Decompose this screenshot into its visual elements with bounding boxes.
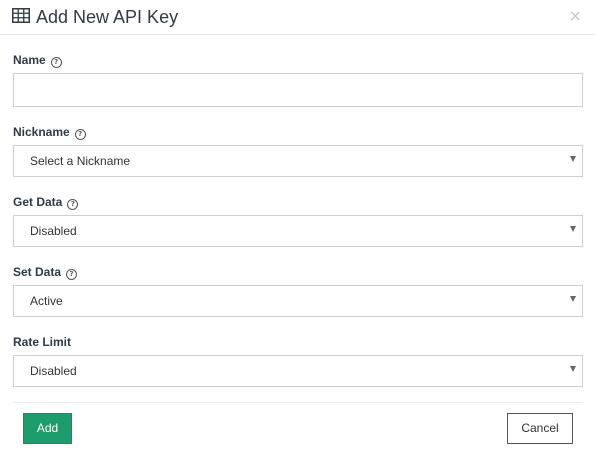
add-api-key-dialog: Add New API Key × Name? Nickname? Select…	[0, 0, 595, 467]
close-icon[interactable]: ×	[569, 7, 582, 25]
get-data-select[interactable]: Disabled	[13, 215, 583, 247]
rate-limit-select-value: Disabled	[30, 364, 77, 378]
add-button[interactable]: Add	[23, 413, 72, 444]
dropdown-arrow-icon	[570, 296, 576, 302]
rate-limit-select[interactable]: Disabled	[13, 355, 583, 387]
dropdown-arrow-icon	[570, 156, 576, 162]
help-icon[interactable]: ?	[67, 199, 79, 210]
name-input[interactable]	[13, 73, 583, 107]
footer-divider	[13, 402, 583, 403]
rate-limit-label: Rate Limit	[13, 335, 71, 349]
get-data-label: Get Data?	[13, 195, 79, 210]
help-icon[interactable]: ?	[66, 269, 78, 280]
help-icon[interactable]: ?	[50, 57, 62, 68]
set-data-select[interactable]: Active	[13, 285, 583, 317]
nickname-label-text: Nickname	[13, 125, 70, 139]
set-data-label: Set Data?	[13, 265, 78, 280]
set-data-label-text: Set Data	[13, 265, 62, 279]
get-data-select-value: Disabled	[30, 224, 77, 238]
dropdown-arrow-icon	[570, 226, 576, 232]
nickname-select-value: Select a Nickname	[30, 154, 131, 168]
get-data-label-text: Get Data	[13, 195, 63, 209]
dialog-header: Add New API Key ×	[0, 0, 595, 35]
dropdown-arrow-icon	[570, 366, 576, 372]
set-data-select-value: Active	[30, 294, 63, 308]
name-label-text: Name	[13, 53, 46, 67]
table-icon	[12, 8, 30, 23]
cancel-button[interactable]: Cancel	[507, 413, 573, 444]
name-label: Name?	[13, 53, 62, 68]
nickname-label: Nickname?	[13, 125, 86, 140]
help-icon[interactable]: ?	[74, 129, 86, 140]
rate-limit-label-text: Rate Limit	[13, 335, 72, 349]
nickname-select[interactable]: Select a Nickname	[13, 145, 583, 177]
dialog-title: Add New API Key	[36, 7, 179, 27]
